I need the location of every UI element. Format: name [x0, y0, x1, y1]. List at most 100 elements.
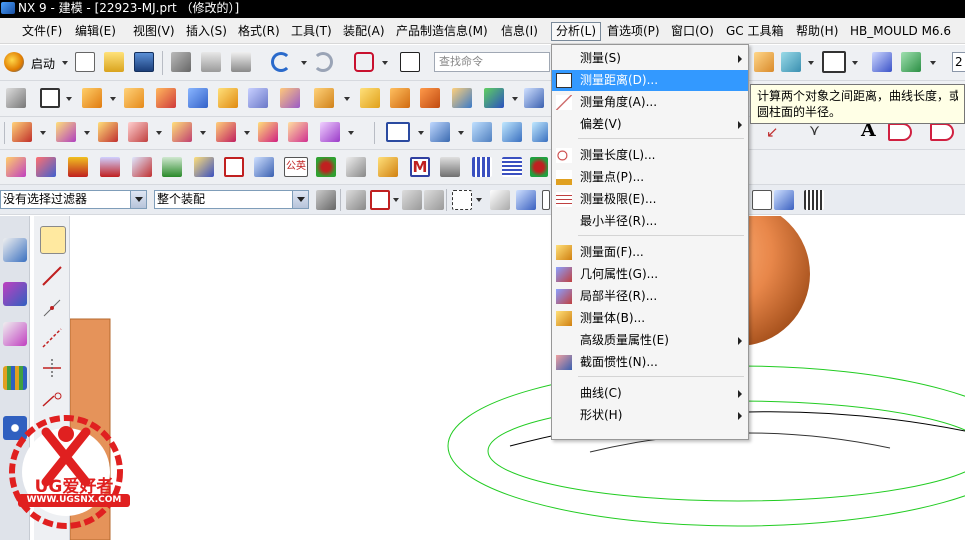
snap-line-icon[interactable]: [752, 190, 772, 210]
parting-icon[interactable]: [36, 157, 56, 177]
copy-icon[interactable]: [201, 52, 221, 72]
menu-pmi[interactable]: 产品制造信息(M): [392, 22, 492, 41]
menu-shape[interactable]: 形状(H): [552, 405, 748, 426]
start-dropdown-caret-icon[interactable]: [62, 61, 68, 65]
background-caret-icon[interactable]: [852, 61, 858, 65]
menu-assembly[interactable]: 装配(A): [339, 22, 389, 41]
command-search-input[interactable]: 查找命令: [434, 52, 550, 72]
studio-surface-icon[interactable]: [472, 122, 492, 142]
sew-icon[interactable]: [258, 122, 278, 142]
offset-curve-icon[interactable]: [888, 123, 912, 141]
start-icon[interactable]: [4, 52, 24, 72]
menu-curve[interactable]: 曲线(C): [552, 383, 748, 404]
menu-measure-limits[interactable]: 测量极限(E)...: [552, 189, 748, 210]
menu-information[interactable]: 信息(I): [497, 22, 542, 41]
menu-measure-angle[interactable]: 测量角度(A)...: [552, 92, 748, 113]
menu-measure-face[interactable]: 测量面(F)...: [552, 242, 748, 263]
assembly-scope-combo[interactable]: 整个装配: [154, 190, 309, 209]
fillet-curve-icon[interactable]: ↙: [766, 123, 779, 141]
calculator-icon[interactable]: [440, 157, 460, 177]
move-component-icon[interactable]: [872, 52, 892, 72]
menu-advanced-mass-props[interactable]: 高级质量属性(E): [552, 330, 748, 351]
undo-dropdown-caret-icon[interactable]: [301, 61, 307, 65]
assembly-constraint-icon[interactable]: [901, 52, 921, 72]
ejector-pin-icon[interactable]: [100, 157, 120, 177]
rectangle-select-caret-icon[interactable]: [476, 198, 482, 202]
select-face-caret-icon[interactable]: [393, 198, 399, 202]
move-face-icon[interactable]: [484, 88, 504, 108]
datum-caret-icon[interactable]: [66, 97, 72, 101]
paste-icon[interactable]: [231, 52, 251, 72]
menu-measure-point[interactable]: 测量点(P)...: [552, 167, 748, 188]
surface-points-caret-icon[interactable]: [40, 131, 46, 135]
extend-sheet-icon[interactable]: [216, 122, 236, 142]
arc-tool-icon[interactable]: [40, 386, 64, 410]
select-feature-icon[interactable]: [346, 190, 366, 210]
shell-icon[interactable]: [248, 88, 268, 108]
select-edge-icon[interactable]: [402, 190, 422, 210]
surface-from-points-icon[interactable]: [12, 122, 32, 142]
offset-surface-caret-icon[interactable]: [348, 131, 354, 135]
graphics-window[interactable]: [70, 216, 965, 540]
pattern-feature-icon[interactable]: [314, 88, 334, 108]
menu-view[interactable]: 视图(V): [129, 22, 179, 41]
mold-base-icon[interactable]: [68, 157, 88, 177]
new-file-icon[interactable]: [75, 52, 95, 72]
view-orient-caret-icon[interactable]: [808, 61, 814, 65]
through-curves-caret-icon[interactable]: [84, 131, 90, 135]
sketch-icon[interactable]: [6, 88, 26, 108]
snap-arc-icon[interactable]: [774, 190, 794, 210]
select-curve-icon[interactable]: [424, 190, 444, 210]
rectangle-caret-icon[interactable]: [418, 131, 424, 135]
info-window-icon[interactable]: [400, 52, 420, 72]
point-tool-icon[interactable]: [40, 296, 64, 320]
line-tool-icon[interactable]: [40, 264, 64, 288]
menu-measure[interactable]: 测量(S): [552, 48, 748, 69]
trim-body-icon[interactable]: [390, 88, 410, 108]
cut-icon[interactable]: [171, 52, 191, 72]
hole-icon[interactable]: [124, 88, 144, 108]
cooling-icon[interactable]: [254, 157, 274, 177]
law-extension-caret-icon[interactable]: [458, 131, 464, 135]
menu-analysis[interactable]: 分析(L): [551, 22, 602, 41]
chevron-down-icon[interactable]: [292, 191, 308, 208]
menu-preferences[interactable]: 首选项(P): [603, 22, 664, 41]
menu-tools[interactable]: 工具(T): [287, 22, 336, 41]
menu-measure-body[interactable]: 测量体(B)...: [552, 308, 748, 329]
menu-gc-toolkit[interactable]: GC 工具箱: [722, 22, 788, 41]
pocket-icon[interactable]: [378, 157, 398, 177]
rectangle-select-icon[interactable]: [452, 190, 472, 210]
menu-section-inertia[interactable]: 截面惯性(N)...: [552, 352, 748, 373]
reuse-library-icon[interactable]: [3, 366, 27, 390]
menu-measure-distance[interactable]: 测量距离(D)...: [552, 70, 748, 91]
rectangle-curve-icon[interactable]: [386, 122, 410, 142]
selection-filter-combo[interactable]: 没有选择过滤器: [0, 190, 147, 209]
synchronous-icon[interactable]: [524, 88, 544, 108]
menu-edit[interactable]: 编辑(E): [71, 22, 120, 41]
offset-surface-icon[interactable]: [320, 122, 340, 142]
sketch-finish-icon[interactable]: [40, 226, 66, 254]
menu-min-radius[interactable]: 最小半径(R)...: [552, 211, 748, 232]
start-label[interactable]: 启动: [31, 55, 55, 72]
pattern-caret-icon[interactable]: [344, 97, 350, 101]
assembly-constraint-caret-icon[interactable]: [930, 61, 936, 65]
part-navigator-icon[interactable]: [3, 322, 27, 346]
undo-icon[interactable]: [271, 52, 291, 72]
edge-blend-icon[interactable]: [280, 88, 300, 108]
select-face-icon[interactable]: [370, 190, 390, 210]
view-manager-icon[interactable]: [530, 157, 548, 177]
mirror-feature-icon[interactable]: [360, 88, 380, 108]
standard-parts-icon[interactable]: 公英: [284, 157, 308, 177]
trim-mold-icon[interactable]: [346, 157, 366, 177]
extend-sheet-caret-icon[interactable]: [244, 131, 250, 135]
open-folder-icon[interactable]: [104, 52, 124, 72]
thicken-icon[interactable]: [288, 122, 308, 142]
electrode-icon[interactable]: [316, 157, 336, 177]
trimmed-sheet-caret-icon[interactable]: [200, 131, 206, 135]
snap-grid-icon[interactable]: [804, 190, 824, 210]
n-sided-surface-icon[interactable]: [128, 122, 148, 142]
law-extension-icon[interactable]: [430, 122, 450, 142]
swept-icon[interactable]: [98, 122, 118, 142]
gate-icon[interactable]: [194, 157, 214, 177]
move-face-caret-icon[interactable]: [512, 97, 518, 101]
